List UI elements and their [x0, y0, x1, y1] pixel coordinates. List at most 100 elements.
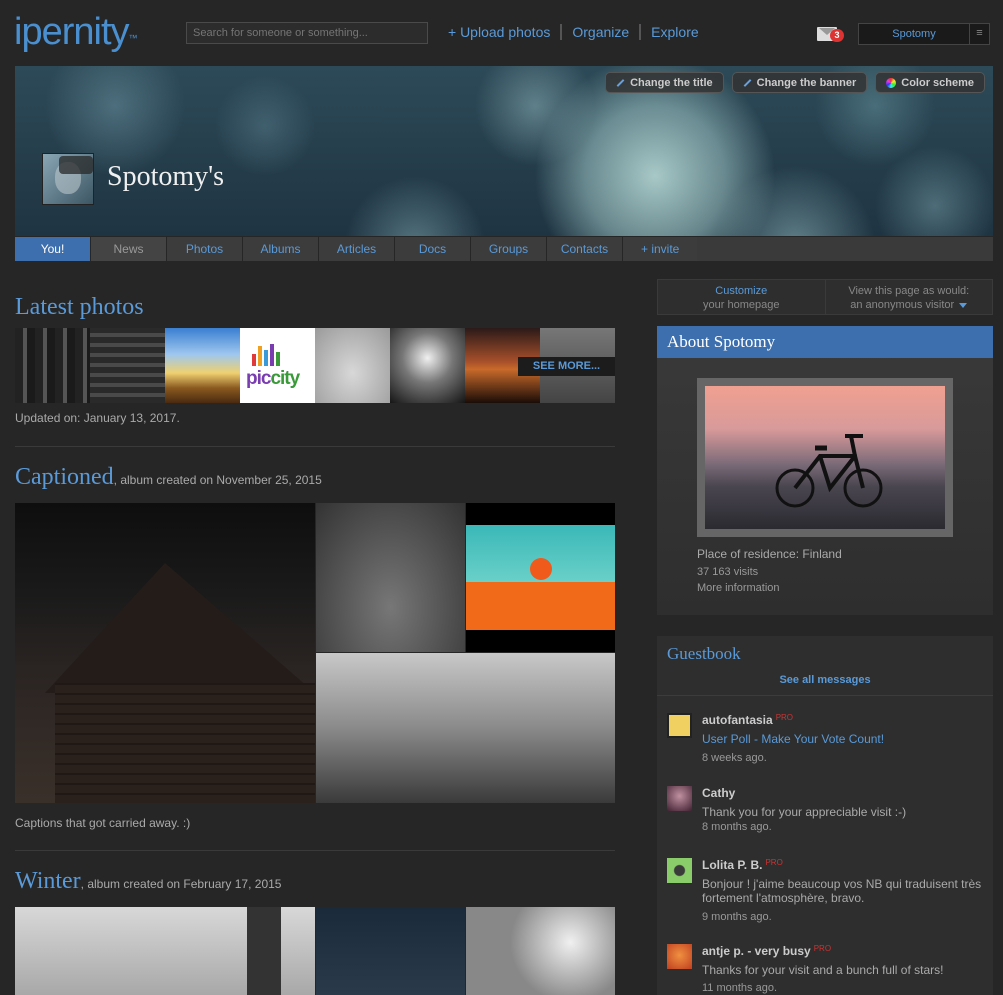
album-photo[interactable] [466, 503, 615, 652]
customize-homepage-link[interactable]: Customize your homepage [658, 280, 825, 314]
explore-link[interactable]: Explore [641, 24, 708, 40]
photo-thumbnail[interactable]: piccity [240, 328, 315, 403]
message-time: 11 months ago. [702, 982, 778, 994]
album-photo-large[interactable] [15, 503, 315, 803]
residence-text: Place of residence: Finland [697, 547, 842, 561]
tab-groups[interactable]: Groups [471, 237, 547, 261]
photo-thumbnail[interactable] [390, 328, 465, 403]
message-time: 8 weeks ago. [702, 752, 767, 764]
top-bar: ipernity™ + Upload photos Organize Explo… [0, 0, 1003, 64]
album-link-winter[interactable]: Winter [15, 868, 81, 894]
view-as-label: View this page as would: [848, 285, 970, 297]
user-avatar[interactable] [667, 858, 692, 883]
about-panel: About Spotomy Place of residence: Finlan… [657, 326, 993, 615]
latest-photos-title[interactable]: Latest photos [15, 294, 144, 321]
piccity-logo-city: city [270, 368, 300, 389]
author-name[interactable]: Cathy [702, 786, 735, 800]
tab-news[interactable]: News [91, 237, 167, 261]
change-banner-button[interactable]: Change the banner [731, 72, 868, 93]
photo-thumbnail[interactable] [165, 328, 240, 403]
guestbook-panel: Guestbook See all messages autofantasia P… [657, 636, 993, 995]
photo-thumbnail[interactable] [90, 328, 165, 403]
photo-tree [530, 558, 552, 580]
divider [15, 850, 615, 851]
divider [15, 446, 615, 447]
tab-docs[interactable]: Docs [395, 237, 471, 261]
bicycle-icon [775, 434, 883, 508]
view-as-value-row: an anonymous visitor [826, 298, 993, 312]
guestbook-title[interactable]: Guestbook [667, 644, 741, 664]
tab-articles[interactable]: Articles [319, 237, 395, 261]
logo-text: ipernity [14, 11, 129, 53]
album-photo[interactable] [466, 907, 615, 995]
photo-ground [466, 582, 615, 630]
album-photo[interactable] [15, 907, 315, 995]
album-link-captioned[interactable]: Captioned [15, 464, 114, 490]
author-name[interactable]: Lolita P. B. [702, 858, 762, 872]
user-avatar[interactable] [667, 944, 692, 969]
author-name[interactable]: antje p. - very busy [702, 944, 811, 958]
organize-link[interactable]: Organize [562, 24, 639, 40]
tab-you[interactable]: You! [15, 237, 91, 261]
upload-photos-link[interactable]: + Upload photos [438, 24, 560, 40]
message-text: Thanks for your visit and a bunch full o… [702, 963, 944, 977]
search-input[interactable] [186, 22, 428, 44]
message-author: Lolita P. B. PRO [702, 858, 783, 872]
tab-albums[interactable]: Albums [243, 237, 319, 261]
customize-sublabel: your homepage [703, 299, 780, 311]
pencil-icon [616, 78, 625, 87]
customize-bar: Customize your homepage View this page as… [657, 279, 993, 315]
photo-tree-trunk [247, 907, 281, 995]
profile-banner: Change the title Change the banner Color… [15, 66, 993, 236]
see-all-messages-link[interactable]: See all messages [657, 674, 993, 686]
change-title-button[interactable]: Change the title [605, 72, 724, 93]
album-mosaic-winter [15, 907, 615, 995]
user-avatar[interactable] [667, 713, 692, 738]
change-banner-label: Change the banner [756, 76, 857, 89]
album-photo[interactable] [316, 503, 465, 652]
album-photo[interactable] [316, 907, 465, 995]
pro-badge: PRO [765, 858, 783, 867]
divider [657, 695, 993, 696]
banner-title: Spotomy's [107, 161, 225, 192]
album-title-winter: Winter, album created on February 17, 20… [15, 868, 281, 895]
message-text[interactable]: User Poll - Make Your Vote Count! [702, 732, 982, 746]
about-title: About Spotomy [657, 326, 993, 358]
album-description: Captions that got carried away. :) [15, 816, 191, 830]
tab-contacts[interactable]: Contacts [547, 237, 623, 261]
see-more-button[interactable]: SEE MORE... [518, 357, 615, 376]
tab-invite[interactable]: + invite [623, 237, 698, 261]
username[interactable]: Spotomy [859, 24, 969, 44]
logo-tm: ™ [128, 33, 138, 43]
more-information-link[interactable]: More information [697, 582, 842, 594]
author-name[interactable]: autofantasia [702, 713, 773, 727]
user-avatar[interactable] [667, 786, 692, 811]
photo-thumbnail[interactable] [15, 328, 90, 403]
view-as-selector[interactable]: View this page as would: an anonymous vis… [824, 280, 993, 314]
album-title-captioned: Captioned, album created on November 25,… [15, 464, 322, 491]
avatar-edit-icon[interactable] [59, 156, 93, 174]
profile-tabs: You! News Photos Albums Articles Docs Gr… [15, 237, 993, 261]
message-time: 8 months ago. [702, 821, 772, 833]
pro-badge: PRO [813, 944, 832, 953]
message-text: Thank you for your appreciable visit :-) [702, 805, 907, 819]
photo-thumbnail[interactable] [315, 328, 390, 403]
piccity-logo: piccity [246, 368, 300, 390]
album-photo[interactable] [316, 653, 615, 803]
color-scheme-button[interactable]: Color scheme [875, 72, 985, 93]
barn-roof [45, 563, 315, 693]
hamburger-menu-icon[interactable]: ≡ [969, 24, 989, 44]
album-subtitle: , album created on February 17, 2015 [80, 877, 282, 891]
album-subtitle: , album created on November 25, 2015 [113, 473, 322, 487]
message-time: 9 months ago. [702, 911, 772, 923]
mail-count-badge: 3 [830, 29, 844, 42]
ipernity-logo[interactable]: ipernity™ [14, 10, 138, 54]
chevron-down-icon [959, 302, 968, 308]
album-mosaic-captioned [15, 503, 615, 803]
about-cover-photo[interactable] [697, 378, 953, 537]
barn-wall [55, 683, 315, 803]
profile-avatar[interactable] [42, 153, 94, 205]
tab-photos[interactable]: Photos [167, 237, 243, 261]
user-menu[interactable]: Spotomy ≡ [858, 23, 990, 45]
mail-icon[interactable]: 3 [817, 27, 844, 42]
